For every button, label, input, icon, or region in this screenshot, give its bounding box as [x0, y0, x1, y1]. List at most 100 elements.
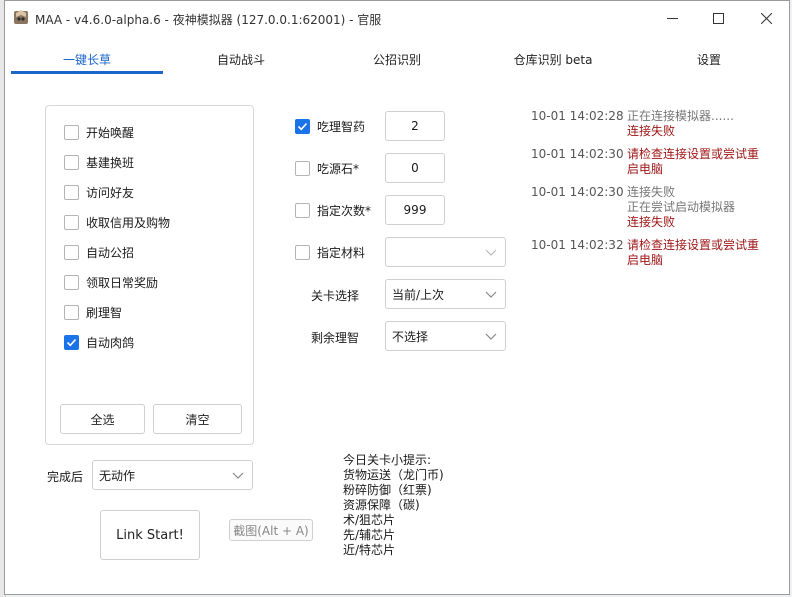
active-tab-indicator	[11, 71, 163, 74]
link-start-button[interactable]: Link Start!	[100, 510, 200, 560]
log-time: 10-01 14:02:30	[531, 185, 624, 199]
chevron-down-icon	[232, 472, 244, 479]
tip-line: 术/狙芯片	[343, 513, 396, 527]
tab-settings[interactable]: 设置	[631, 45, 787, 73]
log-time: 10-01 14:02:32	[531, 238, 624, 252]
checkbox[interactable]	[295, 245, 310, 260]
tab-label: 仓库识别 beta	[513, 52, 593, 67]
checkbox[interactable]	[64, 184, 79, 200]
log-message: 请检查连接设置或尝试重	[627, 238, 760, 252]
checkbox[interactable]	[295, 119, 310, 134]
checkbox[interactable]	[64, 244, 79, 260]
task-visit-friends[interactable]: 访问好友	[64, 182, 134, 202]
task-label: 开始唤醒	[86, 125, 135, 140]
option-material[interactable]: 指定材料	[295, 244, 365, 261]
task-label: 访问好友	[86, 185, 135, 200]
task-base-shift[interactable]: 基建换班	[64, 152, 134, 172]
stage-value: 当前/上次	[392, 287, 445, 302]
option-label: 吃源石*	[317, 162, 360, 176]
tab-recruit[interactable]: 公招识别	[319, 45, 475, 73]
tip-line: 先/辅芯片	[343, 528, 396, 542]
tip-line: 近/特芯片	[343, 543, 396, 557]
log-panel: 10-01 14:02:28 正在连接模拟器...... 连接失败 10-01 …	[531, 109, 771, 276]
checkbox[interactable]	[295, 161, 310, 176]
checkbox[interactable]	[64, 274, 79, 290]
log-message: 启电脑	[627, 253, 664, 267]
task-label: 领取日常奖励	[86, 275, 159, 290]
minimize-button[interactable]	[649, 1, 695, 35]
remaining-sanity-select[interactable]: 不选择	[385, 321, 506, 351]
log-time: 10-01 14:02:28	[531, 109, 624, 123]
checkbox[interactable]	[64, 334, 79, 350]
tip-line: 货物运送（龙门币)	[343, 468, 444, 482]
task-auto-roguelike[interactable]: 自动肉鸽	[64, 332, 134, 352]
window-title: MAA - v4.6.0-alpha.6 - 夜神模拟器 (127.0.0.1:…	[35, 13, 382, 27]
checkbox[interactable]	[64, 214, 79, 230]
log-entry: 10-01 14:02:32 请检查连接设置或尝试重 启电脑	[531, 238, 771, 268]
close-icon	[760, 12, 772, 24]
log-message: 连接失败	[627, 124, 676, 138]
remaining-sanity-label: 剩余理智	[311, 331, 360, 345]
log-message: 正在尝试启动模拟器	[627, 200, 736, 214]
task-label: 收取信用及购物	[86, 215, 171, 230]
task-credit-shopping[interactable]: 收取信用及购物	[64, 212, 170, 232]
stone-count-input[interactable]: 0	[385, 153, 445, 183]
chevron-down-icon	[485, 333, 497, 340]
option-stone[interactable]: 吃源石*	[295, 160, 359, 177]
minimize-icon	[666, 17, 678, 19]
tab-label: 自动战斗	[216, 52, 265, 67]
completion-label: 完成后	[47, 470, 84, 484]
close-button[interactable]	[743, 1, 789, 35]
task-auto-recruit[interactable]: 自动公招	[64, 242, 134, 262]
medicine-count-input[interactable]: 2	[385, 111, 445, 141]
option-medicine[interactable]: 吃理智药	[295, 118, 365, 135]
maa-window: MAA - v4.6.0-alpha.6 - 夜神模拟器 (127.0.0.1:…	[4, 0, 790, 595]
maximize-button[interactable]	[695, 1, 741, 35]
task-start-up[interactable]: 开始唤醒	[64, 122, 134, 142]
maximize-icon	[712, 12, 724, 24]
completion-action-select[interactable]: 无动作	[92, 460, 253, 490]
screenshot-button[interactable]: 截图(Alt + A)	[229, 519, 313, 541]
task-farm-sanity[interactable]: 刷理智	[64, 302, 122, 322]
option-times[interactable]: 指定次数*	[295, 202, 371, 219]
checkbox[interactable]	[64, 124, 79, 140]
checkbox[interactable]	[64, 304, 79, 320]
chevron-down-icon	[485, 249, 497, 256]
checkmark-icon	[66, 338, 77, 346]
tab-farming[interactable]: 一键长草	[11, 45, 163, 73]
option-label: 指定材料	[317, 246, 366, 260]
material-select[interactable]	[385, 237, 506, 267]
task-daily-rewards[interactable]: 领取日常奖励	[64, 272, 158, 292]
clear-button[interactable]: 清空	[153, 404, 242, 434]
log-entry: 10-01 14:02:30 连接失败 正在尝试启动模拟器 连接失败	[531, 185, 771, 230]
stage-select[interactable]: 当前/上次	[385, 279, 506, 309]
tab-label: 一键长草	[62, 52, 111, 67]
task-list-panel: 开始唤醒 基建换班 访问好友 收取信用及购物 自动公招 领取日常奖励 刷理智 自…	[45, 105, 254, 445]
log-message: 请检查连接设置或尝试重	[627, 147, 760, 161]
select-all-button[interactable]: 全选	[60, 404, 145, 434]
checkmark-icon	[297, 122, 308, 131]
times-count-input[interactable]: 999	[385, 195, 445, 225]
maa-logo-icon	[14, 10, 28, 24]
tab-bar: 一键长草 自动战斗 公招识别 仓库识别 beta 设置	[5, 45, 789, 75]
stage-tips: 今日关卡小提示: 货物运送（龙门币) 粉碎防御（红票) 资源保障（碳) 术/狙芯…	[343, 453, 444, 558]
log-message: 连接失败	[627, 185, 676, 199]
tip-line: 资源保障（碳)	[343, 498, 420, 512]
tab-label: 设置	[696, 52, 721, 67]
tab-depot[interactable]: 仓库识别 beta	[475, 45, 631, 73]
log-entry: 10-01 14:02:28 正在连接模拟器...... 连接失败	[531, 109, 771, 139]
task-label: 基建换班	[86, 155, 135, 170]
chevron-down-icon	[485, 291, 497, 298]
remaining-sanity-value: 不选择	[392, 329, 429, 344]
tip-line: 粉碎防御（红票)	[343, 483, 432, 497]
tips-heading: 今日关卡小提示:	[343, 453, 432, 467]
checkbox[interactable]	[64, 154, 79, 170]
task-label: 刷理智	[86, 305, 123, 320]
checkbox[interactable]	[295, 203, 310, 218]
tab-auto-battle[interactable]: 自动战斗	[163, 45, 319, 73]
title-bar[interactable]: MAA - v4.6.0-alpha.6 - 夜神模拟器 (127.0.0.1:…	[5, 1, 789, 35]
option-label: 吃理智药	[317, 120, 366, 134]
task-label: 自动肉鸽	[86, 335, 135, 350]
stage-label: 关卡选择	[311, 289, 360, 303]
tab-label: 公招识别	[372, 52, 421, 67]
